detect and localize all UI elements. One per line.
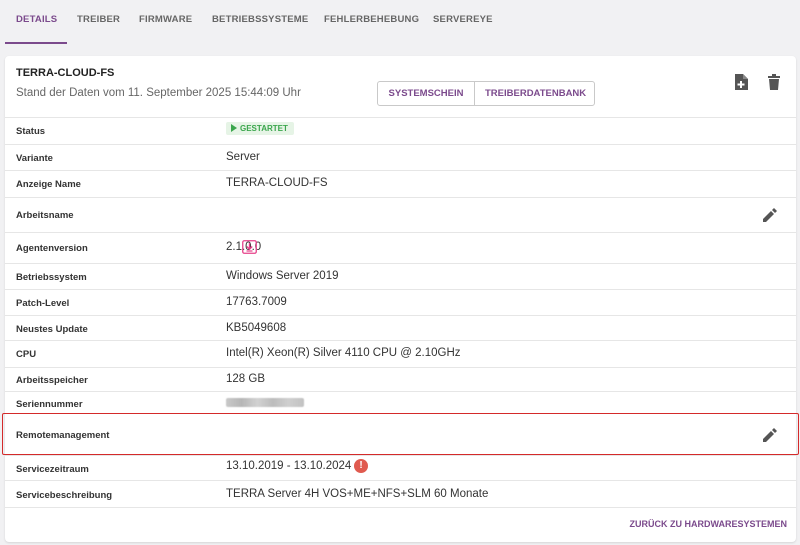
edit-arbeitsname-icon[interactable] — [763, 208, 777, 222]
row-neustes-update: Neustes Update KB5049608 — [5, 315, 796, 340]
row-cpu: CPU Intel(R) Xeon(R) Silver 4110 CPU @ 2… — [5, 340, 796, 367]
tab-treiber[interactable]: TREIBER — [77, 0, 120, 45]
betriebssystem-value: Windows Server 2019 — [226, 270, 339, 282]
trash-icon[interactable] — [767, 74, 781, 90]
variante-value: Server — [226, 151, 260, 163]
add-document-icon[interactable] — [734, 74, 748, 90]
row-anzeige-name: Anzeige Name TERRA-CLOUD-FS — [5, 170, 796, 197]
tab-firmware[interactable]: FIRMWARE — [139, 0, 192, 45]
seriennummer-value — [226, 396, 304, 410]
patch-level-label: Patch-Level — [16, 298, 70, 309]
systemschein-button[interactable]: SYSTEMSCHEIN — [378, 82, 474, 105]
download-icon[interactable] — [242, 240, 257, 254]
remotemanagement-label: Remotemanagement — [16, 430, 110, 441]
row-arbeitsname: Arbeitsname — [5, 197, 796, 232]
arbeitsname-label: Arbeitsname — [16, 210, 74, 221]
row-variante: Variante Server — [5, 144, 796, 170]
row-patch-level: Patch-Level 17763.7009 — [5, 289, 796, 315]
servicebeschreibung-label: Servicebeschreibung — [16, 490, 113, 501]
servicezeitraum-value: 13.10.2019 - 13.10.2024 ! — [226, 459, 368, 473]
servicezeitraum-label: Servicezeitraum — [16, 464, 89, 475]
cpu-value: Intel(R) Xeon(R) Silver 4110 CPU @ 2.10G… — [226, 347, 461, 359]
warning-icon: ! — [354, 459, 368, 473]
row-betriebssystem: Betriebssystem Windows Server 2019 — [5, 263, 796, 289]
row-servicebeschreibung: Servicebeschreibung TERRA Server 4H VOS+… — [5, 480, 796, 508]
anzeige-name-label: Anzeige Name — [16, 179, 81, 190]
patch-level-value: 17763.7009 — [226, 296, 287, 308]
arbeitsspeicher-value: 128 GB — [226, 373, 265, 385]
agentenversion-label: Agentenversion — [16, 243, 88, 254]
row-servicezeitraum: Servicezeitraum 13.10.2019 - 13.10.2024 … — [5, 455, 796, 480]
row-seriennummer: Seriennummer — [5, 391, 796, 413]
tab-betriebssysteme[interactable]: BETRIEBSSYSTEME — [212, 0, 308, 45]
row-arbeitsspeicher: Arbeitsspeicher 128 GB — [5, 367, 796, 391]
treiberdatenbank-button[interactable]: TREIBERDATENBANK — [474, 82, 594, 105]
serial-number-redacted — [226, 398, 304, 407]
tab-bar: DETAILS TREIBER FIRMWARE BETRIEBSSYSTEME… — [0, 0, 800, 45]
seriennummer-label: Seriennummer — [16, 399, 83, 410]
status-badge-text: GESTARTET — [240, 124, 288, 133]
row-agentenversion: Agentenversion 2.1.0.0 — [5, 232, 796, 263]
details-card: TERRA-CLOUD-FS Stand der Daten vom 11. S… — [5, 56, 796, 542]
variante-label: Variante — [16, 153, 53, 164]
row-status: Status GESTARTET — [5, 117, 796, 144]
servicebeschreibung-value: TERRA Server 4H VOS+ME+NFS+SLM 60 Monate — [226, 488, 489, 500]
neustes-update-label: Neustes Update — [16, 324, 88, 335]
active-tab-indicator — [5, 42, 67, 44]
tab-servereye[interactable]: SERVEREYE — [433, 0, 493, 45]
back-to-hardware-link[interactable]: ZURÜCK ZU HARDWARESYSTEMEN — [630, 519, 788, 529]
tab-details[interactable]: DETAILS — [16, 0, 57, 45]
data-timestamp: Stand der Daten vom 11. September 2025 1… — [16, 87, 301, 99]
row-remotemanagement: Remotemanagement — [5, 413, 796, 455]
neustes-update-value: KB5049608 — [226, 322, 287, 334]
servicezeitraum-text: 13.10.2019 - 13.10.2024 — [226, 460, 352, 472]
status-label: Status — [16, 126, 46, 137]
tab-fehlerbehebung[interactable]: FEHLERBEHEBUNG — [324, 0, 419, 45]
betriebssystem-label: Betriebssystem — [16, 272, 87, 283]
device-title: TERRA-CLOUD-FS — [16, 67, 115, 79]
header-button-group: SYSTEMSCHEIN TREIBERDATENBANK — [377, 81, 595, 106]
play-icon — [231, 124, 237, 132]
edit-remotemanagement-icon[interactable] — [763, 428, 777, 442]
anzeige-name-value: TERRA-CLOUD-FS — [226, 177, 328, 189]
cpu-label: CPU — [16, 349, 37, 360]
arbeitsspeicher-label: Arbeitsspeicher — [16, 375, 88, 386]
status-badge: GESTARTET — [226, 122, 294, 135]
